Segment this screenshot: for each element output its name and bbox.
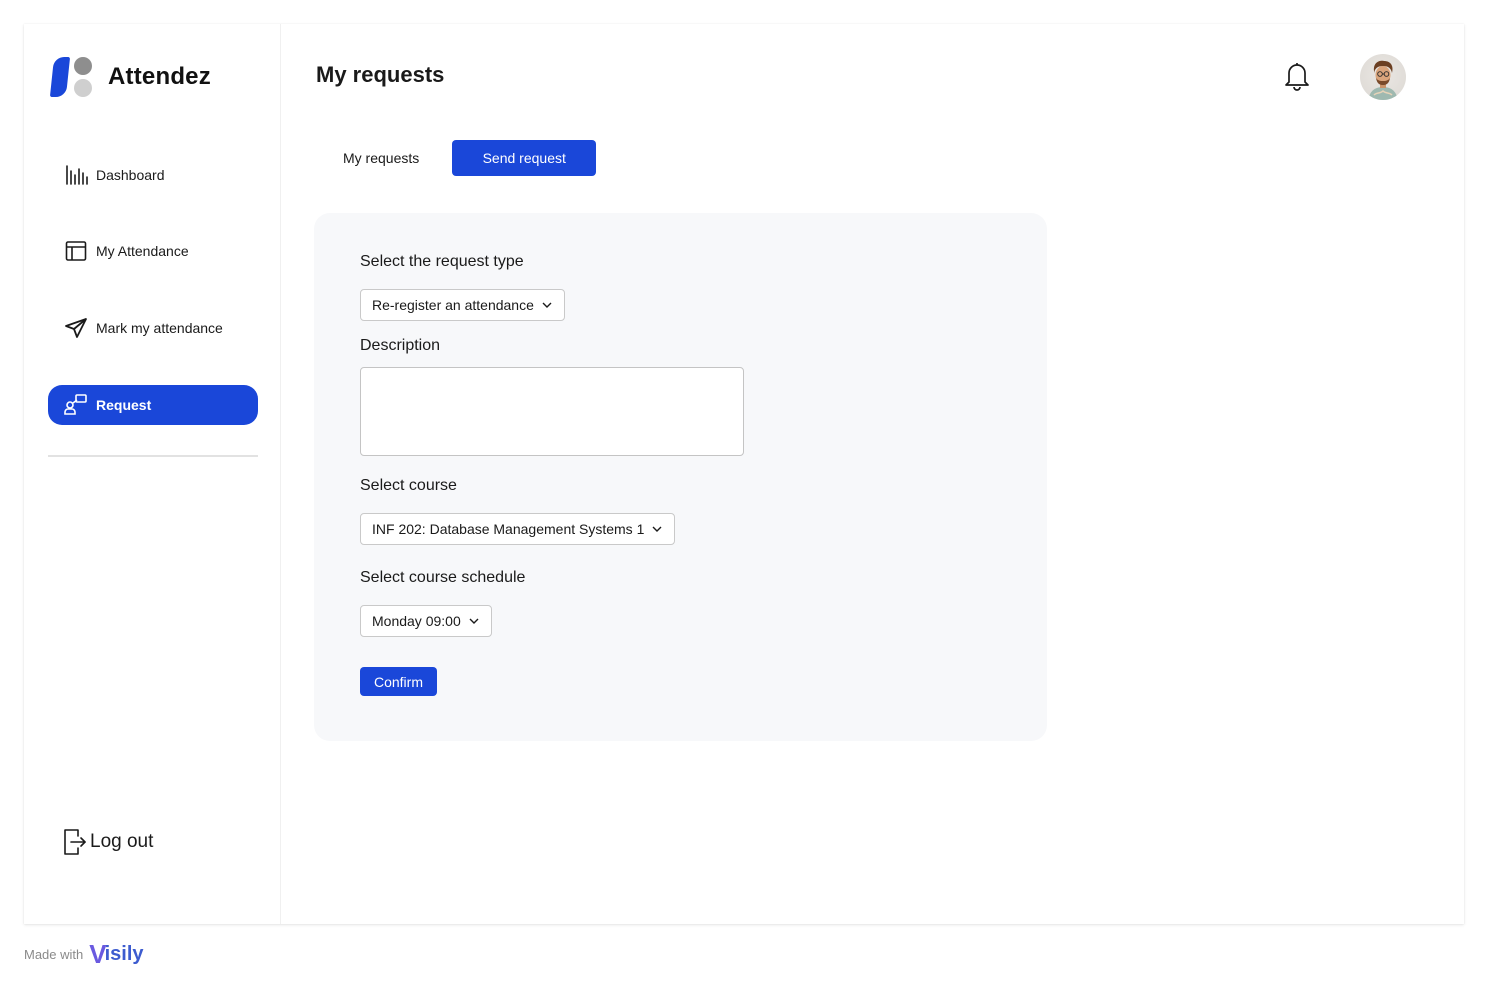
request-shapes-icon <box>64 394 87 415</box>
logout-label: Log out <box>90 831 154 852</box>
chevron-down-icon <box>652 526 662 532</box>
description-label: Description <box>360 337 441 354</box>
request-tabs: My requests Send request <box>316 140 597 176</box>
table-layout-icon <box>65 241 87 261</box>
sidebar-item-my-attendance[interactable]: My Attendance <box>48 231 258 271</box>
description-field[interactable] <box>360 367 744 456</box>
page-title: My requests <box>316 62 445 87</box>
logout-icon <box>64 829 86 855</box>
schedule-value: Monday 09:00 <box>372 613 461 629</box>
bar-chart-icon <box>66 165 88 185</box>
logout-button[interactable]: Log out <box>62 827 153 857</box>
attendez-logo-icon <box>49 56 94 98</box>
sidebar-item-request[interactable]: Request <box>48 385 258 425</box>
course-select[interactable]: INF 202: Database Management Systems 1 <box>360 513 676 545</box>
sidebar-item-label: Dashboard <box>96 167 165 183</box>
sidebar-item-mark-attendance[interactable]: Mark my attendance <box>48 308 258 348</box>
tab-send-request[interactable]: Send request <box>452 140 597 176</box>
schedule-label: Select course schedule <box>360 569 526 586</box>
chevron-down-icon <box>542 302 552 308</box>
avatar[interactable] <box>1360 54 1406 100</box>
sidebar-divider <box>48 455 258 457</box>
tab-my-requests[interactable]: My requests <box>316 140 446 176</box>
sidebar: Attendez Dashboard My Attendance Mark my… <box>24 24 281 924</box>
confirm-button[interactable]: Confirm <box>360 667 437 696</box>
request-type-select[interactable]: Re-register an attendance <box>360 289 565 321</box>
brand: Attendez <box>49 56 211 98</box>
send-icon <box>65 318 87 338</box>
schedule-select[interactable]: Monday 09:00 <box>360 605 492 637</box>
visily-wordmark: isily <box>104 942 144 965</box>
sidebar-item-label: Request <box>96 397 152 413</box>
course-value: INF 202: Database Management Systems 1 <box>372 521 645 537</box>
made-with-text: Made with <box>24 946 84 962</box>
course-label: Select course <box>360 477 457 494</box>
visily-logo: V isily <box>89 941 143 967</box>
brand-name: Attendez <box>108 63 211 90</box>
app-window: Attendez Dashboard My Attendance Mark my… <box>24 24 1464 924</box>
request-type-label: Select the request type <box>360 253 524 270</box>
chevron-down-icon <box>469 618 479 624</box>
made-with-badge[interactable]: Made with V isily <box>24 941 144 967</box>
sidebar-item-dashboard[interactable]: Dashboard <box>48 155 258 195</box>
avatar-portrait-icon <box>1368 60 1398 100</box>
request-type-value: Re-register an attendance <box>372 297 534 313</box>
bell-icon[interactable] <box>1282 60 1312 92</box>
sidebar-item-label: Mark my attendance <box>96 320 223 336</box>
sidebar-item-label: My Attendance <box>96 243 189 259</box>
send-request-form: Select the request type Re-register an a… <box>314 213 1047 741</box>
